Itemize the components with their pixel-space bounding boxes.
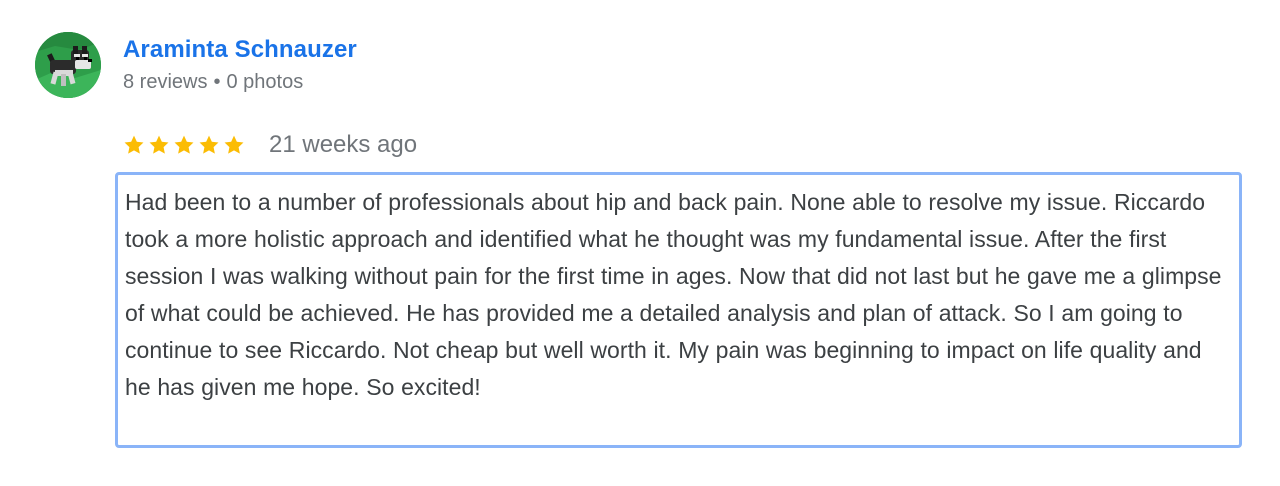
star-icon — [174, 135, 194, 154]
star-icon — [199, 135, 219, 154]
avatar[interactable] — [35, 32, 101, 98]
meta-separator: • — [213, 71, 221, 93]
rating-row: 21 weeks ago — [123, 130, 417, 160]
star-icon — [124, 135, 144, 154]
review-text[interactable]: Had been to a number of professionals ab… — [115, 172, 1242, 448]
author-name-link[interactable]: Araminta Schnauzer — [123, 36, 357, 64]
author-meta: 8 reviews • 0 photos — [123, 71, 303, 94]
schnauzer-dog-avatar-icon — [35, 32, 101, 98]
star-icon — [149, 135, 169, 154]
star-rating — [123, 134, 245, 156]
reviews-count: 8 reviews — [123, 71, 208, 93]
photos-count: 0 photos — [226, 71, 304, 93]
review-card: Araminta Schnauzer 8 reviews • 0 photos 21… — [0, 0, 1280, 486]
star-icon — [224, 135, 244, 154]
review-time: 21 weeks ago — [269, 131, 418, 158]
